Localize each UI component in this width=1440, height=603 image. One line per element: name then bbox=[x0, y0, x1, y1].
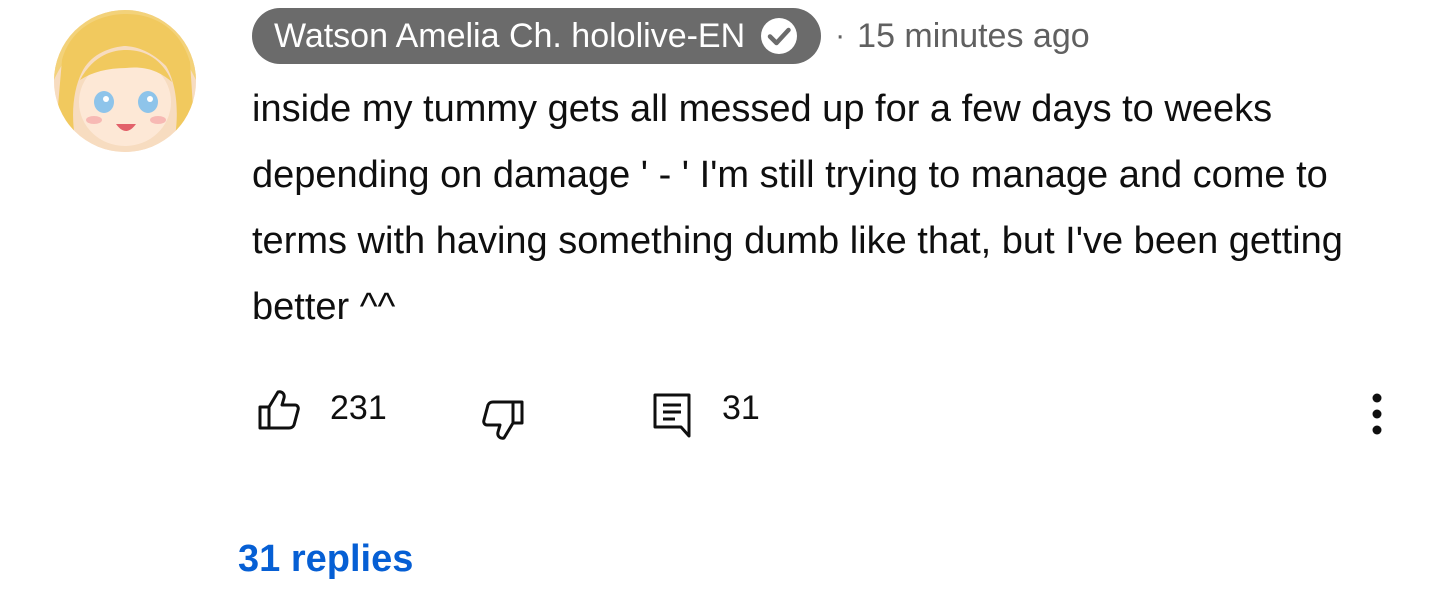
avatar-image bbox=[54, 10, 196, 152]
comment-text: inside my tummy gets all messed up for a… bbox=[252, 88, 1343, 328]
author-name: Watson Amelia Ch. hololive-EN bbox=[274, 16, 746, 55]
reply-count: 31 bbox=[722, 389, 760, 427]
separator-dot: · bbox=[835, 19, 846, 52]
more-vertical-icon[interactable] bbox=[1362, 388, 1392, 444]
thumbs-up-icon[interactable] bbox=[256, 388, 300, 432]
comment-header: Watson Amelia Ch. hololive-EN · 15 minut… bbox=[252, 8, 1090, 64]
comment-reply-icon[interactable] bbox=[652, 392, 692, 438]
comment-timestamp[interactable]: 15 minutes ago bbox=[857, 17, 1090, 56]
avatar[interactable] bbox=[54, 10, 196, 152]
author-chip[interactable]: Watson Amelia Ch. hololive-EN bbox=[252, 8, 822, 64]
thumbs-down-icon[interactable] bbox=[482, 398, 526, 442]
view-replies-link[interactable]: 31 replies bbox=[238, 538, 413, 581]
verified-check-icon bbox=[759, 16, 799, 56]
like-count: 231 bbox=[330, 389, 387, 427]
